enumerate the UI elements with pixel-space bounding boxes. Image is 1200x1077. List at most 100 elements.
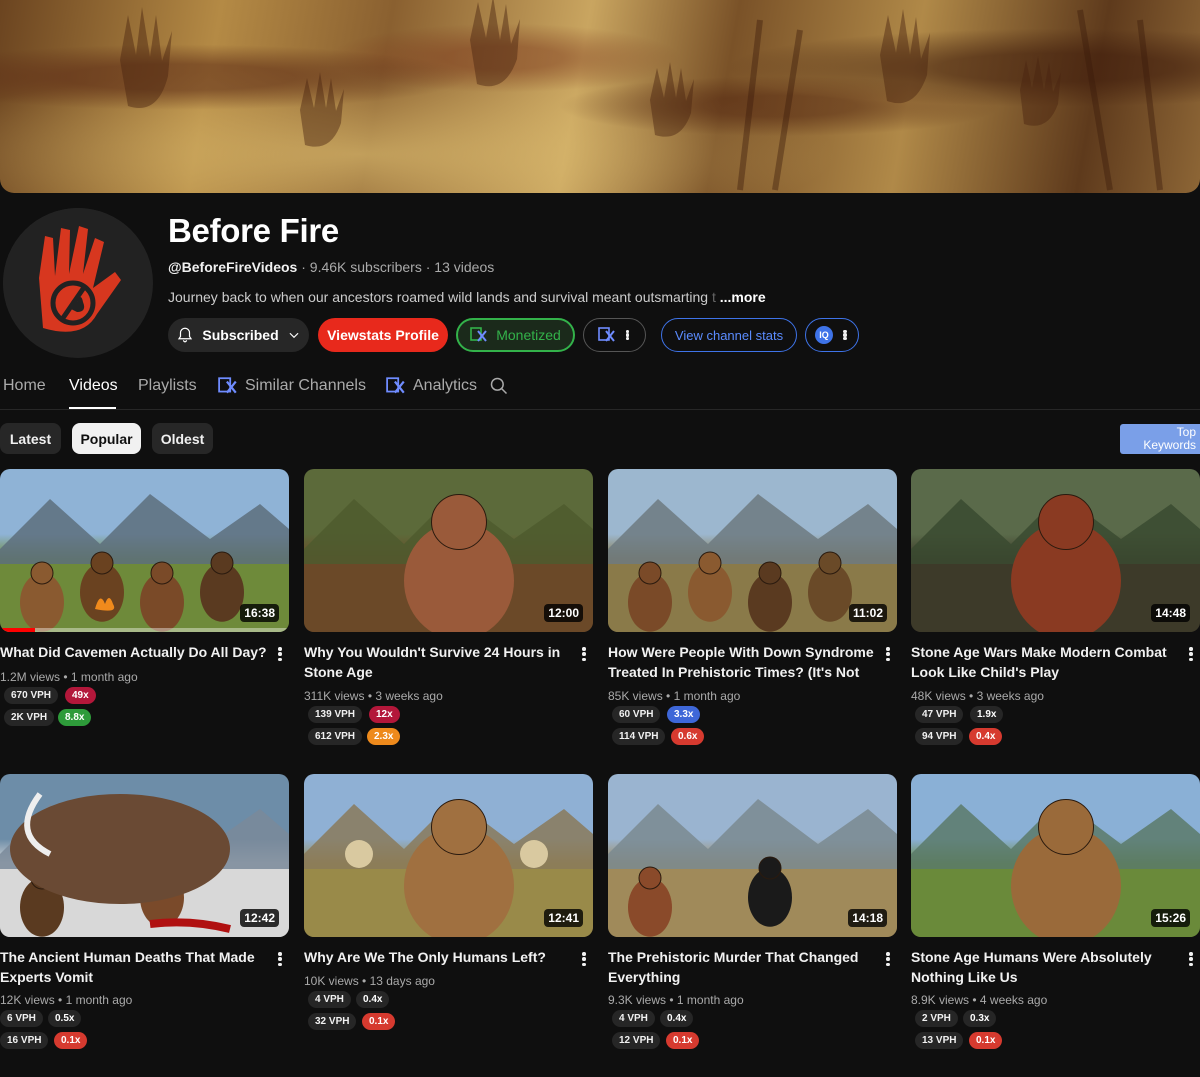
outlier-multiplier-badge: 0.1x: [362, 1013, 396, 1030]
video-title[interactable]: The Prehistoric Murder That Changed Ever…: [608, 948, 876, 987]
tab-home[interactable]: Home: [3, 377, 46, 395]
outlier-multiplier-badge: 0.5x: [48, 1010, 82, 1027]
video-duration: 12:00: [544, 604, 583, 622]
video-title[interactable]: What Did Cavemen Actually Do All Day?: [0, 643, 268, 663]
video-more-options-icon[interactable]: [884, 645, 892, 663]
outlier-multiplier-badge: 3.3x: [667, 706, 701, 723]
video-age: 13 days ago: [369, 974, 435, 988]
channel-avatar[interactable]: [3, 208, 153, 358]
video-thumbnail[interactable]: 12:41: [304, 774, 593, 937]
video-more-options-icon[interactable]: [276, 950, 284, 968]
video-thumbnail[interactable]: 11:02: [608, 469, 897, 632]
video-thumbnail[interactable]: 12:00: [304, 469, 593, 632]
video-duration: 14:48: [1151, 604, 1190, 622]
vph-badge: 2 VPH: [915, 1010, 958, 1027]
video-more-options-icon[interactable]: [580, 645, 588, 663]
video-more-options-icon[interactable]: [1187, 645, 1195, 663]
video-title[interactable]: Stone Age Humans Were Absolutely Nothing…: [911, 948, 1179, 987]
active-tab-indicator: [69, 407, 116, 409]
video-age: 3 weeks ago: [375, 689, 443, 703]
channel-handle[interactable]: @BeforeFireVideos: [168, 259, 297, 275]
top-keywords-button[interactable]: Top Keywords: [1120, 424, 1200, 454]
video-title[interactable]: Why Are We The Only Humans Left?: [304, 948, 572, 968]
more-options-icon: [841, 328, 849, 342]
vph-badge: 60 VPH: [612, 706, 661, 723]
outlier-multiplier-badge: 0.6x: [671, 728, 705, 745]
iq-logo-icon: IQ: [815, 326, 833, 344]
chip-popular[interactable]: Popular: [72, 423, 141, 454]
outlier-multiplier-badge: 1.9x: [970, 706, 1004, 723]
vph-badge: 6 VPH: [0, 1010, 43, 1027]
outlier-multiplier-badge: 8.8x: [58, 709, 92, 726]
video-meta: 1.2M views • 1 month ago: [0, 670, 138, 684]
video-duration: 14:18: [848, 909, 887, 927]
red-hand-logo-icon: [3, 208, 153, 358]
outlier-multiplier-badge: 0.4x: [356, 991, 390, 1008]
video-more-options-icon[interactable]: [884, 950, 892, 968]
video-age: 4 weeks ago: [979, 993, 1048, 1007]
subscribed-button[interactable]: Subscribed: [168, 318, 309, 352]
video-age: 1 month ago: [673, 689, 741, 703]
video-age: 1 month ago: [65, 993, 133, 1007]
chip-latest[interactable]: Latest: [0, 423, 61, 454]
video-meta: 9.3K views • 1 month ago: [608, 993, 744, 1007]
video-views: 8.9K views: [911, 993, 970, 1007]
monetized-button[interactable]: Monetized: [456, 318, 575, 352]
viewstats-menu-button[interactable]: [583, 318, 646, 352]
view-channel-stats-button[interactable]: View channel stats: [661, 318, 797, 352]
iq-menu-button[interactable]: IQ: [805, 318, 859, 352]
vph-badge: 32 VPH: [308, 1013, 357, 1030]
vph-badge: 4 VPH: [612, 1010, 655, 1027]
video-age: 1 month ago: [70, 670, 138, 684]
search-icon: [490, 377, 508, 395]
video-thumbnail[interactable]: 14:18: [608, 774, 897, 937]
video-more-options-icon[interactable]: [580, 950, 588, 968]
chip-oldest[interactable]: Oldest: [152, 423, 213, 454]
more-options-icon: [624, 328, 632, 342]
tab-videos[interactable]: Videos: [69, 377, 118, 395]
vph-badge: 612 VPH: [308, 728, 363, 745]
cave-art-illustration: [120, 0, 1163, 191]
viewstats-profile-button[interactable]: Viewstats Profile: [318, 318, 448, 352]
vph-badge: 670 VPH: [4, 687, 59, 704]
tab-playlists[interactable]: Playlists: [138, 377, 197, 395]
tab-search[interactable]: [489, 376, 509, 396]
tab-similar-channels[interactable]: Similar Channels: [218, 377, 366, 395]
video-duration: 16:38: [240, 604, 279, 622]
viewstats-logo-icon: [597, 327, 615, 342]
outlier-multiplier-badge: 0.1x: [54, 1032, 88, 1049]
video-duration: 12:42: [240, 909, 279, 927]
video-meta: 10K views • 13 days ago: [304, 974, 435, 988]
video-views: 1.2M views: [0, 670, 61, 684]
video-duration: 12:41: [544, 909, 583, 927]
channel-description[interactable]: Journey back to when our ancestors roame…: [168, 289, 766, 305]
chevron-down-icon: [289, 332, 299, 339]
vph-badge: 12 VPH: [612, 1032, 661, 1049]
vph-badge: 16 VPH: [0, 1032, 49, 1049]
outlier-multiplier-badge: 2.3x: [367, 728, 401, 745]
video-more-options-icon[interactable]: [276, 645, 284, 663]
video-title[interactable]: Stone Age Wars Make Modern Combat Look L…: [911, 643, 1179, 682]
video-title[interactable]: How Were People With Down Syndrome Treat…: [608, 643, 876, 682]
video-views: 12K views: [0, 993, 55, 1007]
tab-analytics[interactable]: Analytics: [386, 377, 477, 395]
video-meta: 48K views • 3 weeks ago: [911, 689, 1044, 703]
vph-badge: 94 VPH: [915, 728, 964, 745]
video-thumbnail[interactable]: 16:38: [0, 469, 289, 632]
video-meta: 85K views • 1 month ago: [608, 689, 741, 703]
vph-badge: 114 VPH: [612, 728, 666, 745]
video-thumbnail[interactable]: 12:42: [0, 774, 289, 937]
video-thumbnail[interactable]: 15:26: [911, 774, 1200, 937]
more-link[interactable]: ...more: [720, 289, 766, 305]
video-title[interactable]: The Ancient Human Deaths That Made Exper…: [0, 948, 268, 987]
bell-icon: [178, 327, 193, 343]
video-title[interactable]: Why You Wouldn't Survive 24 Hours in Sto…: [304, 643, 572, 682]
vph-badge: 2K VPH: [4, 709, 55, 726]
video-thumbnail[interactable]: 14:48: [911, 469, 1200, 632]
outlier-multiplier-badge: 0.1x: [969, 1032, 1003, 1049]
video-more-options-icon[interactable]: [1187, 950, 1195, 968]
outlier-multiplier-badge: 0.4x: [969, 728, 1003, 745]
video-meta: 12K views • 1 month ago: [0, 993, 133, 1007]
video-views: 9.3K views: [608, 993, 667, 1007]
video-views: 10K views: [304, 974, 359, 988]
